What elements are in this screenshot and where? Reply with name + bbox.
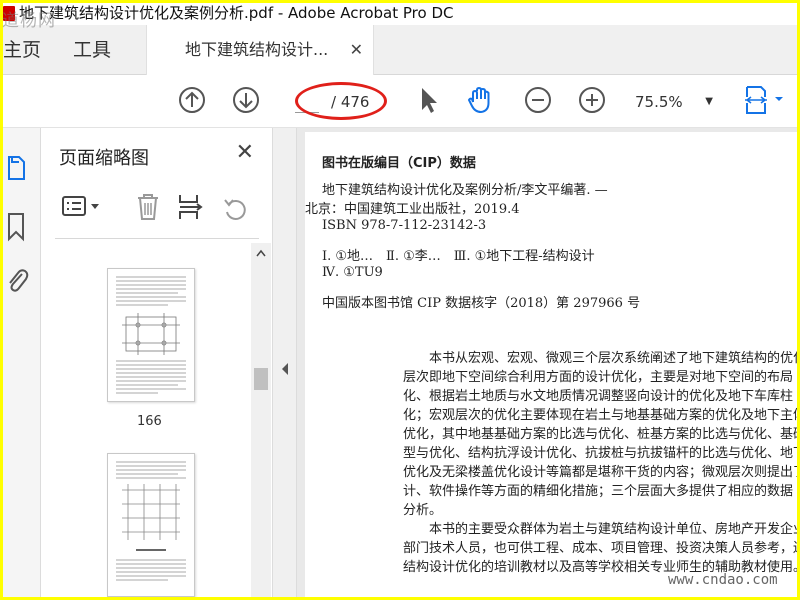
zoom-out-icon	[525, 87, 551, 113]
next-page-button[interactable]	[231, 85, 261, 115]
close-tab-icon[interactable]: ✕	[350, 25, 363, 75]
paragraph-line: 化；宏观层次的优化主要体现在岩土与地基基础方案的优化及地下主体	[403, 408, 797, 423]
paperclip-icon[interactable]	[5, 266, 29, 296]
cip-line: Ⅳ. ①TU9	[322, 265, 383, 280]
paragraph-line: 型与优化、结构抗浮设计优化、抗拔桩与抗拔锚杆的比选与优化、地下	[403, 446, 797, 461]
cip-line: 中国版本图书馆 CIP 数据核字（2018）第 297966 号	[322, 296, 641, 311]
toolbar: / 476 75.5% ▼	[3, 75, 797, 128]
paragraph-line: 层次即地下空间综合利用方面的设计优化，主要是对地下空间的布局	[403, 370, 794, 385]
paragraph-line: 计、软件操作等方面的精细化措施；三个层面大多提供了相应的数据	[403, 484, 794, 499]
paragraph-line: 本书从宏观、宏观、微观三个层次系统阐述了地下建筑结构的优化	[429, 351, 797, 366]
navigation-rail	[3, 128, 41, 597]
tab-home[interactable]: 主页	[3, 25, 41, 75]
page-preview-image	[116, 461, 186, 581]
cip-line: ISBN 978-7-112-23142-3	[322, 218, 487, 233]
tab-tools[interactable]: 工具	[73, 25, 111, 75]
arrow-up-icon	[179, 87, 205, 113]
zoom-select[interactable]: 75.5% ▼	[635, 87, 715, 117]
site-url-watermark: www.cndao.com	[668, 572, 778, 588]
pdf-page: 图书在版编目（CIP）数据 地下建筑结构设计优化及案例分析/李文平编著. — 北…	[305, 132, 797, 597]
page-preview-image	[116, 276, 186, 394]
zoom-in-button[interactable]	[577, 85, 607, 115]
document-view[interactable]: 图书在版编目（CIP）数据 地下建筑结构设计优化及案例分析/李文平编著. — 北…	[297, 128, 797, 597]
divider	[55, 238, 259, 239]
options-menu-icon[interactable]	[61, 194, 105, 220]
acrobat-window: 地下建筑结构设计优化及案例分析.pdf - Adobe Acrobat Pro …	[3, 3, 797, 597]
extract-pages-icon[interactable]	[177, 192, 205, 222]
cip-line: Ⅰ. ①地… Ⅱ. ①李… Ⅲ. ①地下工程-结构设计	[322, 249, 595, 264]
panel-title: 页面缩略图	[59, 148, 149, 169]
close-panel-icon[interactable]: ✕	[236, 140, 254, 165]
rotate-icon[interactable]	[221, 194, 249, 222]
paragraph-line: 分析。	[403, 503, 443, 518]
cip-line: 北京：中国建筑工业出版社，2019.4	[305, 202, 520, 217]
tab-document-label: 地下建筑结构设计...	[185, 40, 329, 59]
page-thumbnails-icon[interactable]	[5, 154, 27, 182]
cip-line: 地下建筑结构设计优化及案例分析/李文平编著. —	[322, 183, 608, 198]
hand-icon	[467, 86, 490, 114]
annotation-ellipse	[295, 82, 387, 120]
window-title: 地下建筑结构设计优化及案例分析.pdf - Adobe Acrobat Pro …	[19, 4, 454, 22]
select-tool-button[interactable]	[413, 85, 443, 115]
trash-icon[interactable]	[135, 192, 161, 222]
pointer-arrow-icon	[422, 88, 437, 113]
page-thumbnail[interactable]	[107, 268, 195, 402]
paragraph-line: 优化，其中地基基础方案的比选与优化、桩基方案的比选与优化、基础	[403, 427, 797, 442]
page-thumbnail[interactable]	[107, 453, 195, 597]
scrollbar-thumb[interactable]	[254, 368, 268, 390]
paragraph-line: 化、根据岩土地质与水文地质情况调整竖向设计的优化及地下车库柱	[403, 389, 794, 404]
panel-toolbar	[57, 188, 257, 228]
acrobat-logo-icon	[3, 6, 15, 21]
cip-heading: 图书在版编目（CIP）数据	[322, 156, 476, 171]
arrow-down-icon	[233, 87, 259, 113]
tab-document[interactable]: 地下建筑结构设计... ✕	[146, 25, 374, 75]
thumbnail-panel: 页面缩略图 ✕ 166	[41, 128, 273, 597]
fit-page-icon	[745, 86, 783, 114]
scroll-up-icon[interactable]	[256, 249, 266, 257]
tab-bar: 主页 工具 地下建筑结构设计... ✕	[3, 25, 797, 75]
zoom-out-button[interactable]	[523, 85, 553, 115]
chevron-down-icon: ▼	[705, 96, 713, 107]
bookmark-icon[interactable]	[5, 212, 27, 242]
title-bar: 地下建筑结构设计优化及案例分析.pdf - Adobe Acrobat Pro …	[3, 3, 797, 25]
zoom-value: 75.5%	[635, 93, 683, 111]
thumbnail-scrollbar[interactable]	[251, 243, 271, 597]
collapse-left-icon[interactable]	[280, 362, 290, 376]
paragraph-line: 部门技术人员，也可供工程、成本、项目管理、投资决策人员参考，还	[403, 541, 797, 556]
page-number-label: 166	[137, 414, 162, 429]
paragraph-line: 本书的主要受众群体为岩土与建筑结构设计单位、房地产开发企业	[429, 522, 797, 537]
panel-collapse-bar[interactable]	[273, 128, 297, 597]
page-display-button[interactable]	[743, 85, 787, 115]
hand-tool-button[interactable]	[465, 85, 495, 115]
thumbnail-list: 166	[41, 243, 251, 597]
zoom-in-icon	[579, 87, 605, 113]
previous-page-button[interactable]	[177, 85, 207, 115]
paragraph-line: 优化及无梁楼盖优化设计等篇都是堪称干货的内容；微观层次则提出了	[403, 465, 797, 480]
